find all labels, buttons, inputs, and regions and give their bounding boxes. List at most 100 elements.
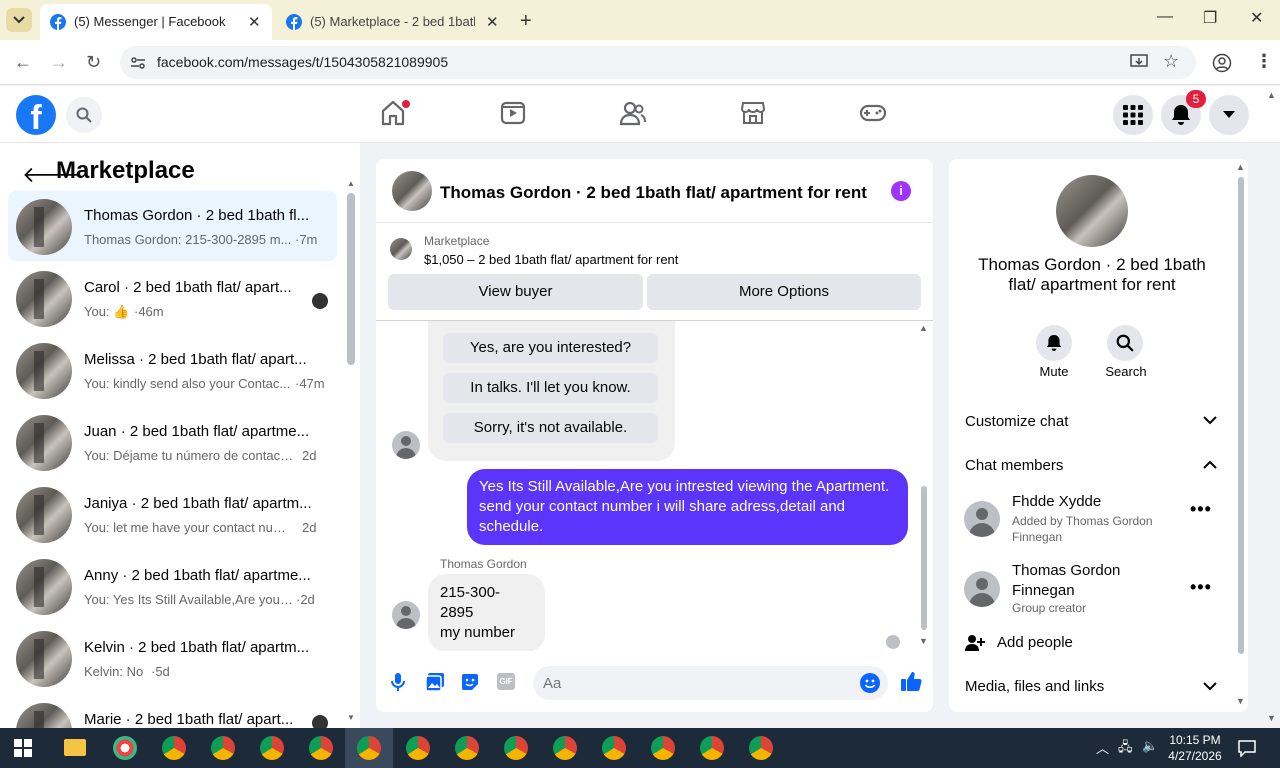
quick-replies-card: Yes, are you interested? In talks. I'll …: [428, 321, 675, 461]
minimize-icon[interactable]: —: [1157, 8, 1173, 26]
chrome-icon[interactable]: [455, 736, 479, 760]
video-icon[interactable]: [500, 100, 526, 126]
forward-icon[interactable]: →: [50, 52, 68, 73]
scroll-up-arrow-icon[interactable]: ▲: [347, 179, 355, 188]
account-button[interactable]: [1209, 95, 1249, 135]
scroll-down-arrow-icon[interactable]: ▼: [919, 636, 928, 646]
microphone-icon[interactable]: [391, 672, 405, 692]
reload-icon[interactable]: ↻: [86, 52, 101, 73]
close-tab-icon[interactable]: ✕: [486, 13, 499, 31]
tray-chevron-up-icon[interactable]: ︿: [1096, 738, 1109, 757]
chat-avatar[interactable]: [392, 171, 432, 211]
search-in-chat-button[interactable]: [1107, 325, 1143, 361]
quick-reply-button[interactable]: Sorry, it's not available.: [443, 413, 658, 443]
volume-icon[interactable]: 🔈: [1142, 738, 1158, 754]
conversation-item[interactable]: Janiya · 2 bed 1bath flat/ apartm... You…: [8, 479, 337, 549]
close-window-icon[interactable]: ✕: [1250, 8, 1263, 28]
conversation-item[interactable]: Carol · 2 bed 1bath flat/ apart... You: …: [8, 263, 337, 333]
mute-button[interactable]: [1036, 325, 1072, 361]
more-options-button[interactable]: More Options: [647, 274, 921, 310]
message-composer[interactable]: [533, 666, 888, 700]
chrome-icon[interactable]: [749, 736, 773, 760]
close-tab-icon[interactable]: ✕: [248, 13, 261, 31]
windows-start-icon[interactable]: [14, 739, 32, 757]
menu-button[interactable]: [1113, 95, 1153, 135]
chrome-icon[interactable]: [309, 736, 333, 760]
friends-icon[interactable]: [620, 100, 646, 126]
scrollbar-thumb[interactable]: [1238, 177, 1244, 654]
member-row[interactable]: Thomas Gordon Finnegan Group creator •••: [964, 559, 1234, 619]
gaming-icon[interactable]: [860, 100, 886, 126]
scroll-down-arrow-icon[interactable]: ▼: [1236, 696, 1245, 706]
browser-menu-icon[interactable]: ⋮: [1255, 51, 1273, 72]
install-app-icon[interactable]: [1130, 54, 1148, 70]
like-thumbs-up-icon[interactable]: [900, 670, 922, 692]
page-scroll-down-icon[interactable]: ▼: [1267, 713, 1276, 723]
chevron-down-icon[interactable]: [1203, 416, 1217, 425]
chevron-up-icon[interactable]: [1203, 460, 1217, 469]
facebook-logo[interactable]: f: [16, 95, 56, 135]
chat-details-panel: Thomas Gordon · 2 bed 1bath flat/ apartm…: [949, 159, 1248, 712]
listing-summary[interactable]: $1,050 – 2 bed 1bath flat/ apartment for…: [424, 252, 678, 267]
customize-chat-section[interactable]: Customize chat: [965, 413, 1068, 430]
app-icon[interactable]: [113, 736, 137, 760]
chrome-icon[interactable]: [260, 736, 284, 760]
chat-title[interactable]: Thomas Gordon · 2 bed 1bath flat/ apartm…: [440, 183, 867, 203]
omnibox[interactable]: facebook.com/messages/t/1504305821089905…: [120, 46, 1196, 79]
message-input[interactable]: [543, 666, 843, 700]
chrome-icon[interactable]: [406, 736, 430, 760]
chrome-icon[interactable]: [211, 736, 235, 760]
media-files-links-section[interactable]: Media, files and links: [965, 678, 1104, 695]
conversation-item[interactable]: Juan · 2 bed 1bath flat/ apartme... You:…: [8, 407, 337, 477]
quick-reply-button[interactable]: In talks. I'll let you know.: [443, 373, 658, 403]
chrome-icon[interactable]: [357, 736, 381, 760]
scroll-down-arrow-icon[interactable]: ▼: [347, 713, 355, 722]
chrome-icon[interactable]: [504, 736, 528, 760]
view-buyer-button[interactable]: View buyer: [388, 274, 643, 310]
info-icon[interactable]: i: [891, 181, 911, 201]
more-options-icon[interactable]: •••: [1190, 577, 1212, 598]
bookmark-star-icon[interactable]: ☆: [1163, 51, 1179, 72]
scroll-up-arrow-icon[interactable]: ▲: [1236, 162, 1245, 172]
conversation-item[interactable]: Melissa · 2 bed 1bath flat/ apart... You…: [8, 335, 337, 405]
more-options-icon[interactable]: •••: [1190, 499, 1212, 520]
file-explorer-icon[interactable]: [64, 739, 86, 756]
chrome-icon[interactable]: [162, 736, 186, 760]
back-icon[interactable]: ←: [14, 52, 32, 73]
new-tab-icon[interactable]: +: [520, 10, 532, 33]
chrome-icon[interactable]: [700, 736, 724, 760]
chrome-icon[interactable]: [651, 736, 675, 760]
chrome-icon[interactable]: [602, 736, 626, 760]
sticker-icon[interactable]: [460, 672, 480, 692]
site-info-icon[interactable]: [130, 55, 146, 71]
emoji-icon[interactable]: [860, 673, 880, 693]
scrollbar-thumb[interactable]: [921, 486, 927, 630]
conversation-time: 2d: [302, 448, 317, 463]
conversation-item[interactable]: Anny · 2 bed 1bath flat/ apartme... You:…: [8, 551, 337, 621]
member-row[interactable]: Fhdde Xydde Added by Thomas Gordon Finne…: [964, 491, 1234, 551]
quick-reply-button[interactable]: Yes, are you interested?: [443, 333, 658, 363]
chrome-icon[interactable]: [553, 736, 577, 760]
photo-icon[interactable]: [425, 672, 445, 692]
network-icon[interactable]: 🖧: [1118, 738, 1133, 760]
page-scroll-up-icon[interactable]: ▲: [1267, 90, 1276, 100]
scrollbar-thumb[interactable]: [347, 193, 355, 365]
restore-icon[interactable]: ❐: [1203, 8, 1217, 28]
sender-avatar: [392, 431, 420, 459]
conversation-item[interactable]: Thomas Gordon · 2 bed 1bath fl... Thomas…: [8, 191, 337, 261]
tab-search-button[interactable]: [6, 8, 32, 32]
profile-icon[interactable]: [1212, 53, 1232, 73]
gif-icon[interactable]: GIF: [497, 673, 515, 690]
scroll-up-arrow-icon[interactable]: ▲: [919, 323, 928, 333]
taskbar-clock[interactable]: 10:15 PM 4/27/2026: [1160, 732, 1230, 764]
marketplace-icon[interactable]: [740, 100, 766, 126]
facebook-search-button[interactable]: [66, 97, 102, 133]
conversation-item[interactable]: Marie · 2 bed 1bath flat/ apart...: [8, 695, 337, 728]
tab-marketplace[interactable]: (5) Marketplace - 2 bed 1bath fl ✕: [276, 4, 512, 40]
add-people-button[interactable]: Add people: [997, 634, 1073, 651]
tab-messenger[interactable]: (5) Messenger | Facebook ✕: [40, 4, 272, 40]
notification-center-icon[interactable]: [1238, 739, 1256, 757]
conversation-item[interactable]: Kelvin · 2 bed 1bath flat/ apartm... Kel…: [8, 623, 337, 693]
chat-members-section[interactable]: Chat members: [965, 457, 1063, 474]
chevron-down-icon[interactable]: [1203, 682, 1217, 691]
